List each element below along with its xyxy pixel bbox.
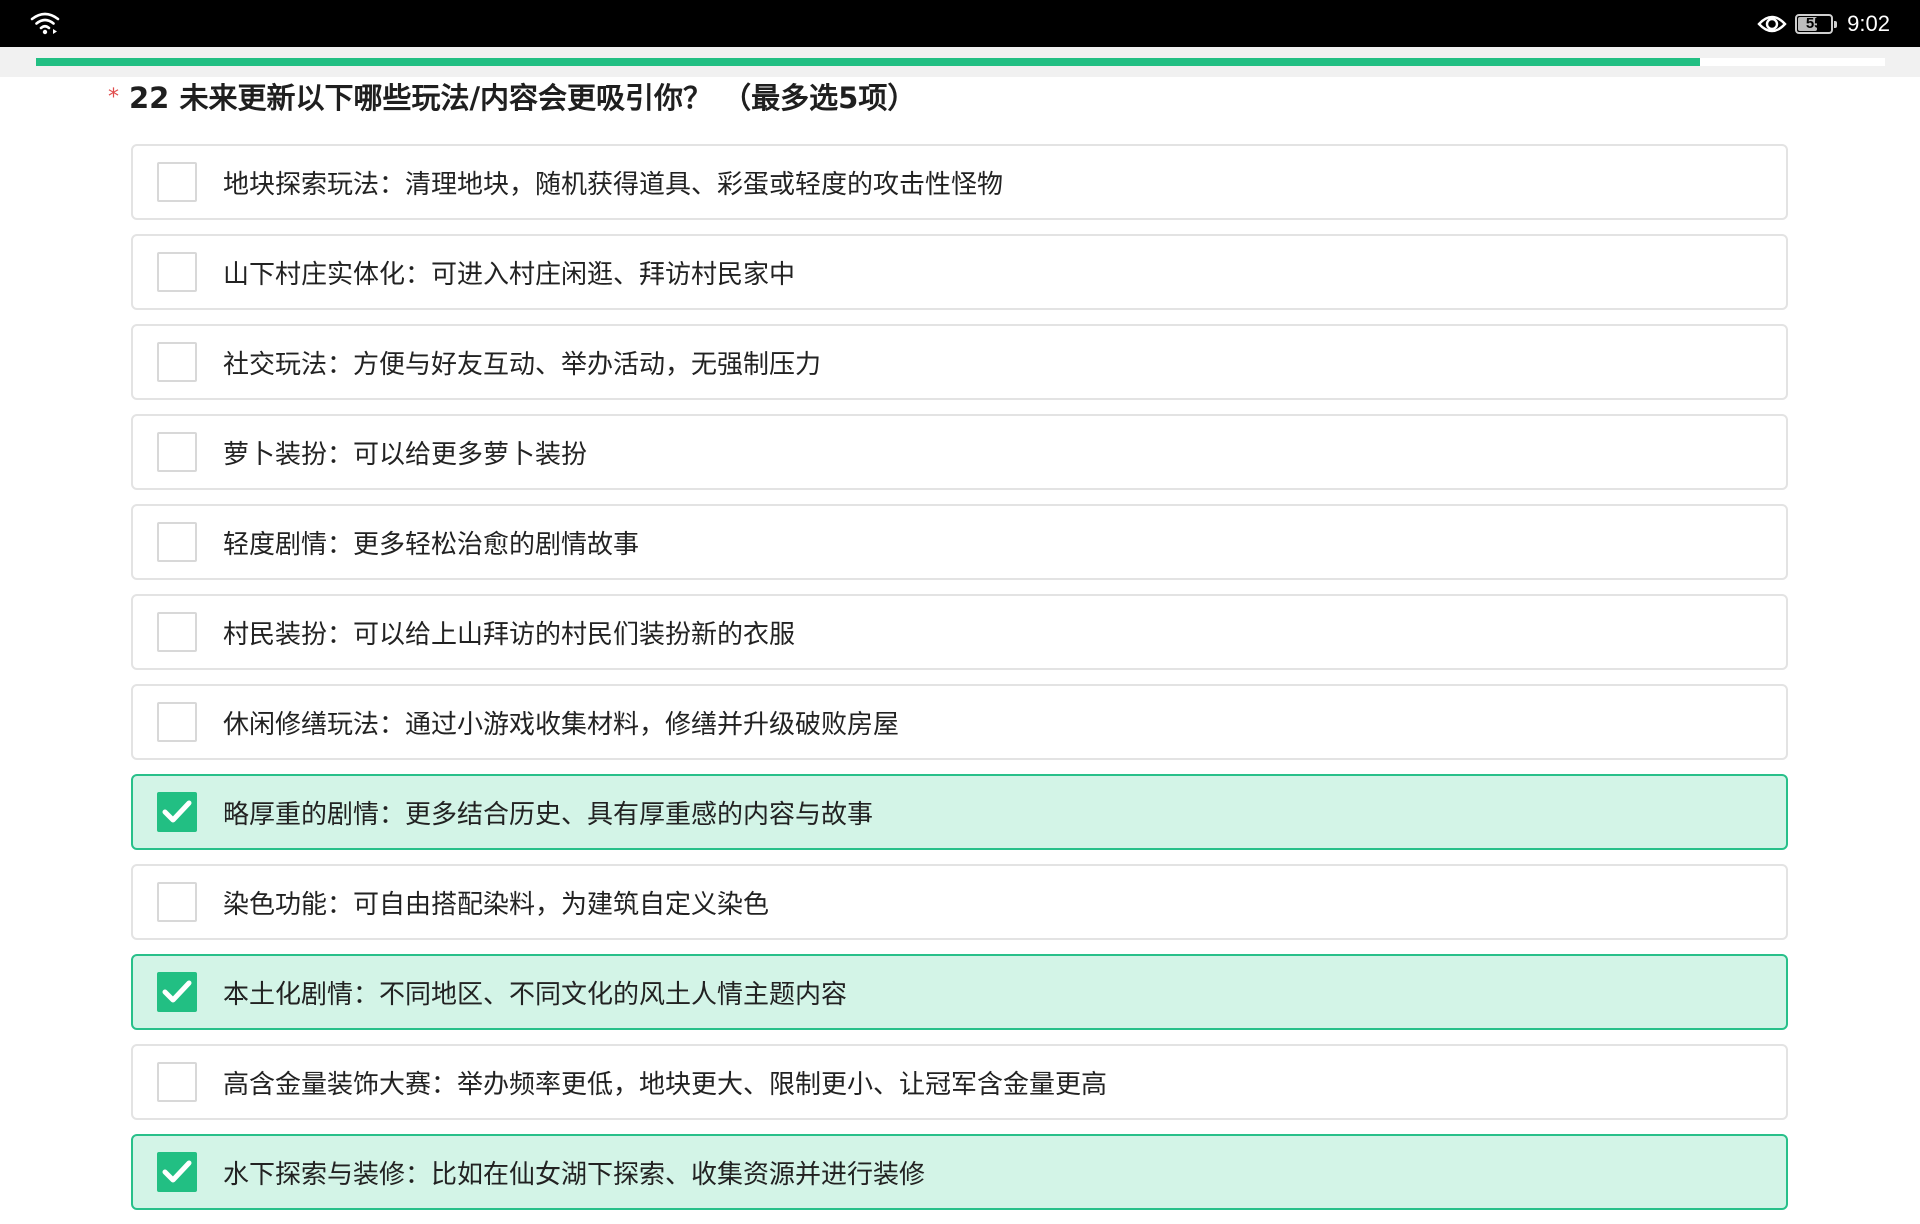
check-icon [162, 980, 192, 1003]
option-label: 轻度剧情：更多轻松治愈的剧情故事 [223, 529, 640, 560]
option-item[interactable]: 轻度剧情：更多轻松治愈的剧情故事 [131, 504, 1788, 580]
survey-progress-bar [36, 58, 1885, 66]
required-mark: * [108, 84, 119, 110]
option-item[interactable]: 略厚重的剧情：更多结合历史、具有厚重感的内容与故事 [131, 774, 1788, 850]
checkbox[interactable] [157, 1062, 197, 1102]
option-label: 地块探索玩法：清理地块，随机获得道具、彩蛋或轻度的攻击性怪物 [223, 169, 1004, 200]
option-label: 略厚重的剧情：更多结合历史、具有厚重感的内容与故事 [223, 799, 874, 830]
option-label: 本土化剧情：不同地区、不同文化的风土人情主题内容 [223, 979, 848, 1010]
option-item[interactable]: 水下探索与装修：比如在仙女湖下探索、收集资源并进行装修 [131, 1134, 1788, 1210]
option-label: 休闲修缮玩法：通过小游戏收集材料，修缮并升级破败房屋 [223, 709, 900, 740]
checkbox[interactable] [157, 882, 197, 922]
checkbox[interactable] [157, 792, 197, 832]
status-indicators: 55 9:02 [1757, 0, 1890, 47]
battery-level: 55 [1805, 15, 1823, 32]
check-icon [162, 1160, 192, 1183]
checkbox[interactable] [157, 522, 197, 562]
option-label: 染色功能：可自由搭配染料，为建筑自定义染色 [223, 889, 770, 920]
option-item[interactable]: 社交玩法：方便与好友互动、举办活动，无强制压力 [131, 324, 1788, 400]
option-item[interactable]: 地块探索玩法：清理地块，随机获得道具、彩蛋或轻度的攻击性怪物 [131, 144, 1788, 220]
status-bar: 55 9:02 [0, 0, 1920, 47]
survey-progress-fill [36, 58, 1701, 66]
option-item[interactable]: 本土化剧情：不同地区、不同文化的风土人情主题内容 [131, 954, 1788, 1030]
option-label: 水下探索与装修：比如在仙女湖下探索、收集资源并进行装修 [223, 1159, 926, 1190]
question-title: 22 未来更新以下哪些玩法/内容会更吸引你？ （最多选5项） [129, 81, 917, 115]
checkbox[interactable] [157, 432, 197, 472]
wifi-icon [30, 12, 60, 35]
option-label: 村民装扮：可以给上山拜访的村民们装扮新的衣服 [223, 619, 796, 650]
checkbox[interactable] [157, 702, 197, 742]
options-list: 地块探索玩法：清理地块，随机获得道具、彩蛋或轻度的攻击性怪物 山下村庄实体化：可… [131, 144, 1788, 1224]
option-item[interactable]: 村民装扮：可以给上山拜访的村民们装扮新的衣服 [131, 594, 1788, 670]
option-item[interactable]: 染色功能：可自由搭配染料，为建筑自定义染色 [131, 864, 1788, 940]
check-icon [162, 800, 192, 823]
option-label: 山下村庄实体化：可进入村庄闲逛、拜访村民家中 [223, 259, 796, 290]
battery-icon: 55 [1795, 13, 1838, 34]
question-header: * 22 未来更新以下哪些玩法/内容会更吸引你？ （最多选5项） [108, 76, 916, 116]
checkbox[interactable] [157, 252, 197, 292]
option-label: 社交玩法：方便与好友互动、举办活动，无强制压力 [223, 349, 822, 380]
checkbox[interactable] [157, 612, 197, 652]
checkbox[interactable] [157, 1152, 197, 1192]
eye-icon [1757, 15, 1787, 32]
option-item[interactable]: 山下村庄实体化：可进入村庄闲逛、拜访村民家中 [131, 234, 1788, 310]
option-item[interactable]: 休闲修缮玩法：通过小游戏收集材料，修缮并升级破败房屋 [131, 684, 1788, 760]
option-label: 高含金量装饰大赛：举办频率更低，地块更大、限制更小、让冠军含金量更高 [223, 1069, 1108, 1100]
clock: 9:02 [1847, 10, 1890, 36]
option-item[interactable]: 萝卜装扮：可以给更多萝卜装扮 [131, 414, 1788, 490]
option-item[interactable]: 高含金量装饰大赛：举办频率更低，地块更大、限制更小、让冠军含金量更高 [131, 1044, 1788, 1120]
option-label: 萝卜装扮：可以给更多萝卜装扮 [223, 439, 588, 470]
checkbox[interactable] [157, 162, 197, 202]
checkbox[interactable] [157, 972, 197, 1012]
checkbox[interactable] [157, 342, 197, 382]
progress-area [0, 47, 1920, 77]
